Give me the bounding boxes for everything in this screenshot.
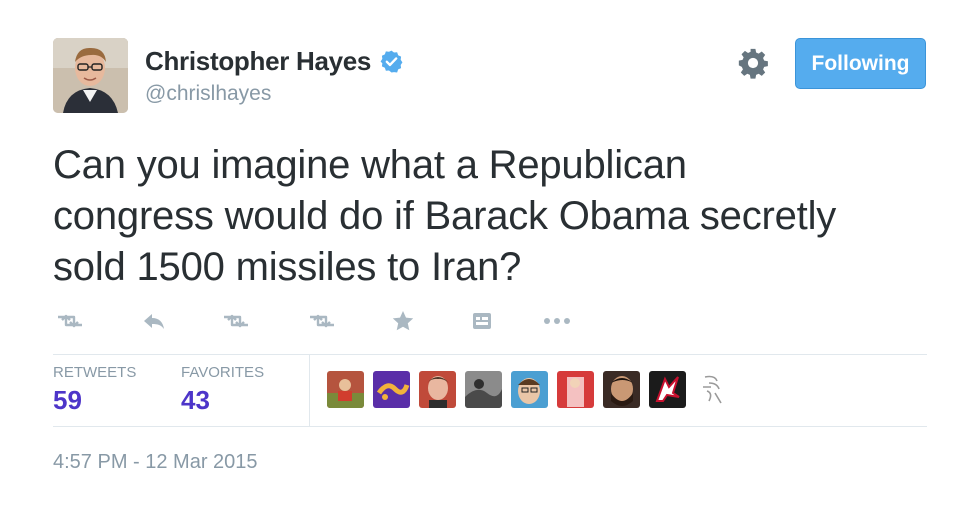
author-handle[interactable]: @chrislhayes — [145, 82, 271, 106]
divider — [309, 355, 310, 426]
retweet-icon[interactable] — [53, 306, 87, 336]
tweet-text-line: Can you imagine what a Republican — [53, 143, 687, 187]
divider — [53, 426, 927, 427]
gear-icon[interactable] — [736, 46, 770, 80]
favoriter-avatar[interactable] — [695, 371, 732, 408]
favoriter-avatar[interactable] — [511, 371, 548, 408]
retweet-icon[interactable] — [219, 306, 253, 336]
tweet-text-line: sold 1500 missiles to Iran? — [53, 245, 522, 289]
retweet-icon[interactable] — [305, 306, 339, 336]
tweet-timestamp[interactable]: 4:57 PM - 12 Mar 2015 — [53, 451, 258, 474]
avatar-photo — [53, 38, 128, 113]
tweet-text-line: congress would do if Barack Obama secret… — [53, 194, 837, 238]
favoriter-avatar[interactable] — [373, 371, 410, 408]
retweets-label[interactable]: RETWEETS — [53, 364, 136, 381]
media-icon[interactable] — [465, 306, 499, 336]
verified-badge-icon — [380, 50, 403, 73]
following-button[interactable]: Following — [795, 38, 926, 89]
retweets-count[interactable]: 59 — [53, 385, 82, 416]
favorites-count[interactable]: 43 — [181, 385, 210, 416]
favorite-icon[interactable] — [386, 306, 420, 336]
favoriter-avatar[interactable] — [649, 371, 686, 408]
favoriter-avatar[interactable] — [603, 371, 640, 408]
favoriters-list — [327, 371, 741, 408]
favoriter-avatar[interactable] — [465, 371, 502, 408]
divider — [53, 354, 927, 355]
tweet-text: Can you imagine what a Republican congre… — [53, 140, 933, 293]
favoriter-avatar[interactable] — [557, 371, 594, 408]
author-avatar[interactable] — [53, 38, 128, 113]
more-icon[interactable] — [540, 306, 574, 336]
author-name[interactable]: Christopher Hayes — [145, 46, 371, 77]
favorites-label[interactable]: FAVORITES — [181, 364, 264, 381]
following-button-label: Following — [811, 51, 910, 75]
favoriter-avatar[interactable] — [419, 371, 456, 408]
favoriter-avatar[interactable] — [327, 371, 364, 408]
author-name-row[interactable]: Christopher Hayes — [145, 46, 404, 77]
reply-icon[interactable] — [137, 306, 171, 336]
